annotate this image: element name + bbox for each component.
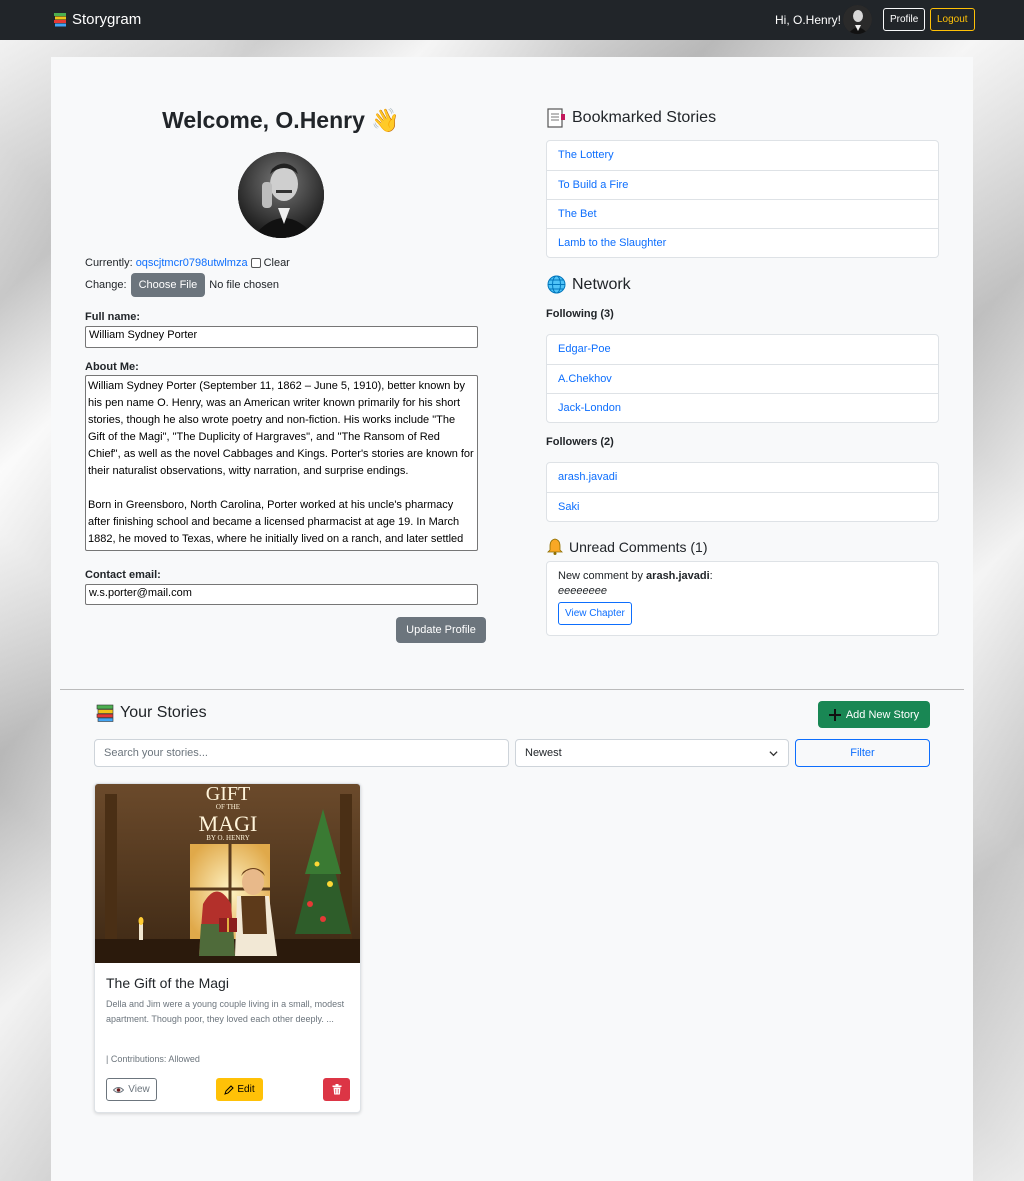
- followers-list: arash.javadi Saki: [546, 462, 939, 522]
- profile-button[interactable]: Profile: [883, 8, 926, 31]
- choose-file-button[interactable]: Choose File: [130, 273, 206, 297]
- clear-checkbox[interactable]: [250, 258, 261, 268]
- filter-button[interactable]: Filter: [795, 739, 930, 767]
- cover-title-mid: OF THE: [216, 803, 240, 811]
- sort-select[interactable]: Newest: [515, 739, 789, 767]
- change-label: Change:: [85, 279, 127, 291]
- follower-item[interactable]: Saki: [547, 492, 938, 521]
- comment-text: eeeeeeee: [558, 585, 607, 597]
- trash-icon: [332, 1084, 341, 1095]
- view-label: View: [128, 1084, 150, 1095]
- about-label: About Me:: [85, 361, 139, 373]
- bookmarks-list: The Lottery To Build a Fire The Bet Lamb…: [546, 140, 939, 258]
- story-card: GIFT OF THE MAGI BY O. HENRY The Gift of…: [94, 783, 361, 1113]
- bookmarks-title: Bookmarked Stories: [572, 109, 717, 126]
- comments-heading: Unread Comments (1): [547, 538, 708, 555]
- followers-heading: Followers (2): [546, 436, 614, 448]
- following-item[interactable]: Jack-London: [547, 393, 938, 422]
- full-name-label: Full name:: [85, 311, 141, 323]
- currently-label: Currently:: [85, 257, 133, 269]
- follower-item[interactable]: arash.javadi: [547, 463, 938, 492]
- clear-label: Clear: [263, 257, 290, 269]
- comments-title: Unread Comments (1): [569, 538, 708, 555]
- globe-icon: [547, 275, 566, 294]
- eye-icon: [113, 1086, 125, 1093]
- about-textarea[interactable]: William Sydney Porter (September 11, 186…: [85, 375, 478, 551]
- search-input[interactable]: Search your stories...: [94, 739, 509, 767]
- cover-author: BY O. HENRY: [206, 834, 250, 842]
- greeting-text: Hi, O.Henry!: [775, 13, 842, 27]
- bookmarks-heading: Bookmarked Stories: [547, 108, 716, 128]
- story-description: Della and Jim were a young couple living…: [106, 999, 345, 1024]
- bookmark-item[interactable]: The Bet: [547, 199, 938, 228]
- brand-link[interactable]: Storygram: [54, 11, 141, 28]
- update-profile-button[interactable]: Update Profile: [396, 617, 486, 643]
- edit-story-button[interactable]: Edit: [216, 1078, 263, 1101]
- email-field[interactable]: w.s.porter@mail.com: [85, 584, 478, 605]
- chevron-down-icon: [769, 751, 778, 757]
- comment-card: New comment by arash.javadi: eeeeeeee Vi…: [546, 561, 939, 636]
- comment-colon: :: [709, 570, 713, 582]
- network-title: Network: [572, 275, 631, 293]
- bookmark-page-icon: [547, 108, 565, 128]
- no-file-text: No file chosen: [209, 279, 280, 291]
- following-item[interactable]: Edgar-Poe: [547, 335, 938, 364]
- full-name-field[interactable]: William Sydney Porter: [85, 326, 478, 348]
- books-icon: [96, 704, 114, 722]
- divider: [60, 689, 964, 690]
- bookmark-item[interactable]: To Build a Fire: [547, 170, 938, 199]
- bookmark-item[interactable]: Lamb to the Slaughter: [547, 228, 938, 257]
- story-cover-image[interactable]: GIFT OF THE MAGI BY O. HENRY: [95, 784, 360, 963]
- delete-story-button[interactable]: [323, 1078, 350, 1101]
- pencil-icon: [224, 1084, 235, 1095]
- current-file-row: Currently: oqscjtmcr0798utwlmza Clear: [85, 257, 290, 269]
- sort-value: Newest: [525, 747, 562, 759]
- comment-prefix: New comment by: [558, 570, 643, 582]
- add-new-story-label: Add New Story: [845, 708, 920, 721]
- comment-header: New comment by arash.javadi:: [558, 570, 927, 582]
- following-list: Edgar-Poe A.Chekhov Jack-London: [546, 334, 939, 423]
- change-file-row: Change: Choose File No file chosen: [85, 273, 279, 297]
- cover-title-bottom: MAGI: [199, 811, 258, 836]
- view-story-button[interactable]: View: [106, 1078, 157, 1101]
- profile-avatar: [238, 152, 324, 238]
- bookmark-item[interactable]: The Lottery: [547, 141, 938, 170]
- current-file-link[interactable]: oqscjtmcr0798utwlmza: [136, 257, 248, 269]
- story-title[interactable]: The Gift of the Magi: [106, 975, 229, 991]
- bell-icon: [547, 538, 563, 555]
- avatar[interactable]: [843, 5, 872, 34]
- email-label: Contact email:: [85, 569, 161, 581]
- following-heading: Following (3): [546, 308, 614, 320]
- books-icon: [54, 12, 66, 26]
- top-navbar: Storygram Hi, O.Henry! Profile Logout: [0, 0, 1024, 40]
- plus-icon: [828, 708, 841, 721]
- following-item[interactable]: A.Chekhov: [547, 364, 938, 393]
- stories-heading: Your Stories: [96, 704, 207, 722]
- network-heading: Network: [547, 275, 631, 294]
- stories-title: Your Stories: [120, 704, 207, 721]
- welcome-heading: Welcome, O.Henry 👋: [162, 107, 400, 133]
- edit-label: Edit: [237, 1084, 255, 1095]
- view-chapter-button[interactable]: View Chapter: [558, 602, 632, 625]
- logout-button[interactable]: Logout: [930, 8, 975, 31]
- comment-author: arash.javadi: [646, 570, 710, 582]
- cover-title-top: GIFT: [206, 784, 250, 805]
- add-new-story-button[interactable]: Add New Story: [818, 701, 930, 728]
- brand-name: Storygram: [72, 11, 142, 28]
- story-contributions: | Contributions: Allowed: [106, 1054, 200, 1064]
